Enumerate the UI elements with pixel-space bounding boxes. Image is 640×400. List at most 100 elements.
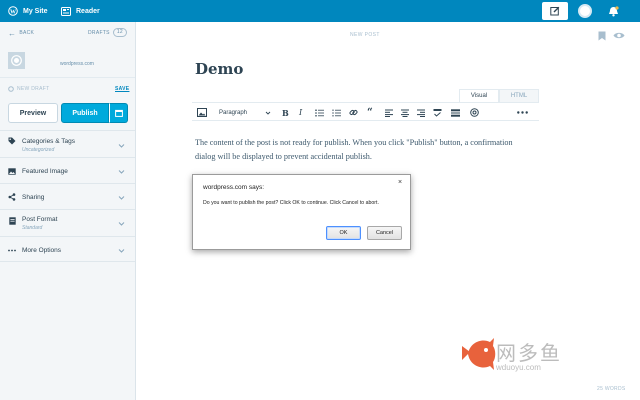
watermark-text: 网多鱼 bbox=[496, 343, 562, 365]
tab-html[interactable]: HTML bbox=[499, 89, 539, 102]
bullet-list-button[interactable] bbox=[315, 108, 324, 117]
notifications-button[interactable] bbox=[606, 4, 620, 18]
accordion-title: Post Format bbox=[22, 216, 58, 223]
accordion-post-format[interactable]: Post Format Standard bbox=[0, 209, 135, 236]
accordion-subtitle: Standard bbox=[22, 225, 43, 231]
site-card[interactable]: wordpress.com bbox=[0, 46, 135, 78]
format-select-value: Paragraph bbox=[219, 109, 248, 116]
more-tag-icon bbox=[451, 108, 460, 117]
spellcheck-button[interactable] bbox=[433, 108, 442, 117]
share-icon bbox=[8, 193, 16, 201]
chevron-down-icon bbox=[118, 170, 125, 174]
cancel-button[interactable]: Cancel bbox=[367, 226, 402, 240]
accordion-featured-image[interactable]: Featured Image bbox=[0, 157, 135, 183]
accordion-title: Featured Image bbox=[22, 168, 68, 175]
avatar[interactable] bbox=[578, 4, 592, 18]
reader-label: Reader bbox=[76, 7, 100, 15]
chevron-down-icon bbox=[118, 196, 125, 200]
tab-visual[interactable]: Visual bbox=[459, 89, 499, 102]
accordion-more-options[interactable]: More Options bbox=[0, 236, 135, 262]
editor-status: NEW POST bbox=[350, 32, 380, 38]
blockquote-button[interactable]: “ bbox=[367, 107, 373, 118]
watermark-url: wduoyu.com bbox=[496, 363, 541, 372]
post-title[interactable]: Demo bbox=[195, 60, 243, 78]
write-icon bbox=[550, 6, 560, 16]
bold-button[interactable]: B bbox=[282, 108, 289, 118]
editor-mode-tabs: Visual HTML bbox=[459, 89, 539, 102]
image-icon bbox=[8, 167, 16, 175]
site-icon bbox=[8, 52, 25, 69]
italic-button[interactable]: I bbox=[299, 108, 302, 117]
site-domain: wordpress.com bbox=[60, 61, 94, 67]
reader-link[interactable]: Reader bbox=[61, 0, 100, 22]
my-site-label: My Site bbox=[23, 7, 48, 15]
chevron-down-icon bbox=[118, 144, 125, 148]
align-right-button[interactable] bbox=[417, 108, 425, 117]
drafts-count-badge: 12 bbox=[112, 28, 127, 37]
write-button[interactable] bbox=[542, 2, 568, 20]
post-content[interactable]: The content of the post is not ready for… bbox=[195, 136, 525, 164]
bookmark-icon[interactable] bbox=[598, 31, 606, 41]
chevron-down-icon bbox=[118, 249, 125, 253]
save-link[interactable]: SAVE bbox=[115, 86, 129, 92]
accordion-title: More Options bbox=[22, 247, 62, 254]
eye-icon[interactable] bbox=[613, 31, 625, 40]
ellipsis-icon bbox=[8, 246, 16, 254]
numbered-list-button[interactable] bbox=[332, 108, 341, 117]
at-sign-icon bbox=[470, 108, 479, 117]
dialog-title: wordpress.com says: bbox=[203, 184, 265, 191]
toolbar-more-button[interactable] bbox=[517, 108, 528, 117]
ok-button[interactable]: OK bbox=[326, 226, 361, 240]
svg-text:W: W bbox=[10, 9, 16, 15]
reader-icon bbox=[61, 6, 71, 16]
back-link[interactable]: ← BACK bbox=[8, 28, 35, 38]
back-label: BACK bbox=[19, 30, 35, 36]
format-select[interactable]: Paragraph bbox=[215, 107, 271, 118]
accordion-title: Sharing bbox=[22, 194, 45, 201]
drafts-link[interactable]: DRAFTS 12 bbox=[88, 28, 127, 37]
media-icon bbox=[197, 108, 207, 117]
document-icon bbox=[8, 217, 16, 225]
schedule-button[interactable] bbox=[109, 103, 128, 123]
contact-form-button[interactable] bbox=[470, 108, 479, 117]
align-left-button[interactable] bbox=[385, 108, 393, 117]
masterbar: W My Site Reader bbox=[0, 0, 640, 22]
add-media-button[interactable] bbox=[197, 108, 207, 117]
wordpress-icon bbox=[11, 55, 22, 66]
gear-icon bbox=[8, 86, 14, 92]
align-right-icon bbox=[417, 109, 425, 117]
editor-toolbar: Paragraph B I “ bbox=[192, 102, 539, 121]
accordion-subtitle: Uncategorized bbox=[22, 147, 55, 153]
numbered-list-icon bbox=[332, 109, 341, 116]
ellipsis-icon bbox=[517, 111, 528, 114]
arrow-left-icon: ← bbox=[8, 28, 17, 38]
link-icon bbox=[349, 109, 358, 116]
editor-sidebar: ← BACK DRAFTS 12 wordpress.com NEW DRAFT… bbox=[0, 22, 136, 400]
notifications-icon bbox=[608, 5, 619, 16]
accordion-sharing[interactable]: Sharing bbox=[0, 183, 135, 209]
publish-button[interactable]: Publish bbox=[61, 103, 109, 123]
align-left-icon bbox=[385, 109, 393, 117]
drafts-label: DRAFTS bbox=[88, 29, 110, 36]
accordion-title: Categories & Tags bbox=[22, 138, 75, 145]
my-site-link[interactable]: W My Site bbox=[8, 0, 48, 22]
wordpress-icon: W bbox=[8, 6, 18, 16]
chevron-down-icon bbox=[118, 222, 125, 226]
align-center-icon bbox=[401, 109, 409, 117]
close-icon[interactable]: × bbox=[398, 179, 402, 186]
accordion-categories-tags[interactable]: Categories & Tags Uncategorized bbox=[0, 130, 135, 157]
word-count: 25 WORDS bbox=[597, 386, 626, 392]
preview-button[interactable]: Preview bbox=[8, 103, 58, 123]
tag-icon bbox=[8, 137, 16, 145]
more-tag-button[interactable] bbox=[451, 108, 460, 117]
calendar-icon bbox=[114, 109, 123, 117]
chevron-down-icon bbox=[265, 111, 271, 115]
confirm-dialog: wordpress.com says: × Do you want to pub… bbox=[192, 174, 411, 250]
dialog-message: Do you want to publish the post? Click O… bbox=[203, 200, 379, 206]
spellcheck-icon bbox=[433, 109, 442, 117]
post-status: NEW DRAFT bbox=[8, 86, 49, 92]
new-draft-label: NEW DRAFT bbox=[17, 86, 50, 92]
align-center-button[interactable] bbox=[401, 108, 409, 117]
link-button[interactable] bbox=[349, 108, 358, 117]
bullet-list-icon bbox=[315, 108, 324, 117]
